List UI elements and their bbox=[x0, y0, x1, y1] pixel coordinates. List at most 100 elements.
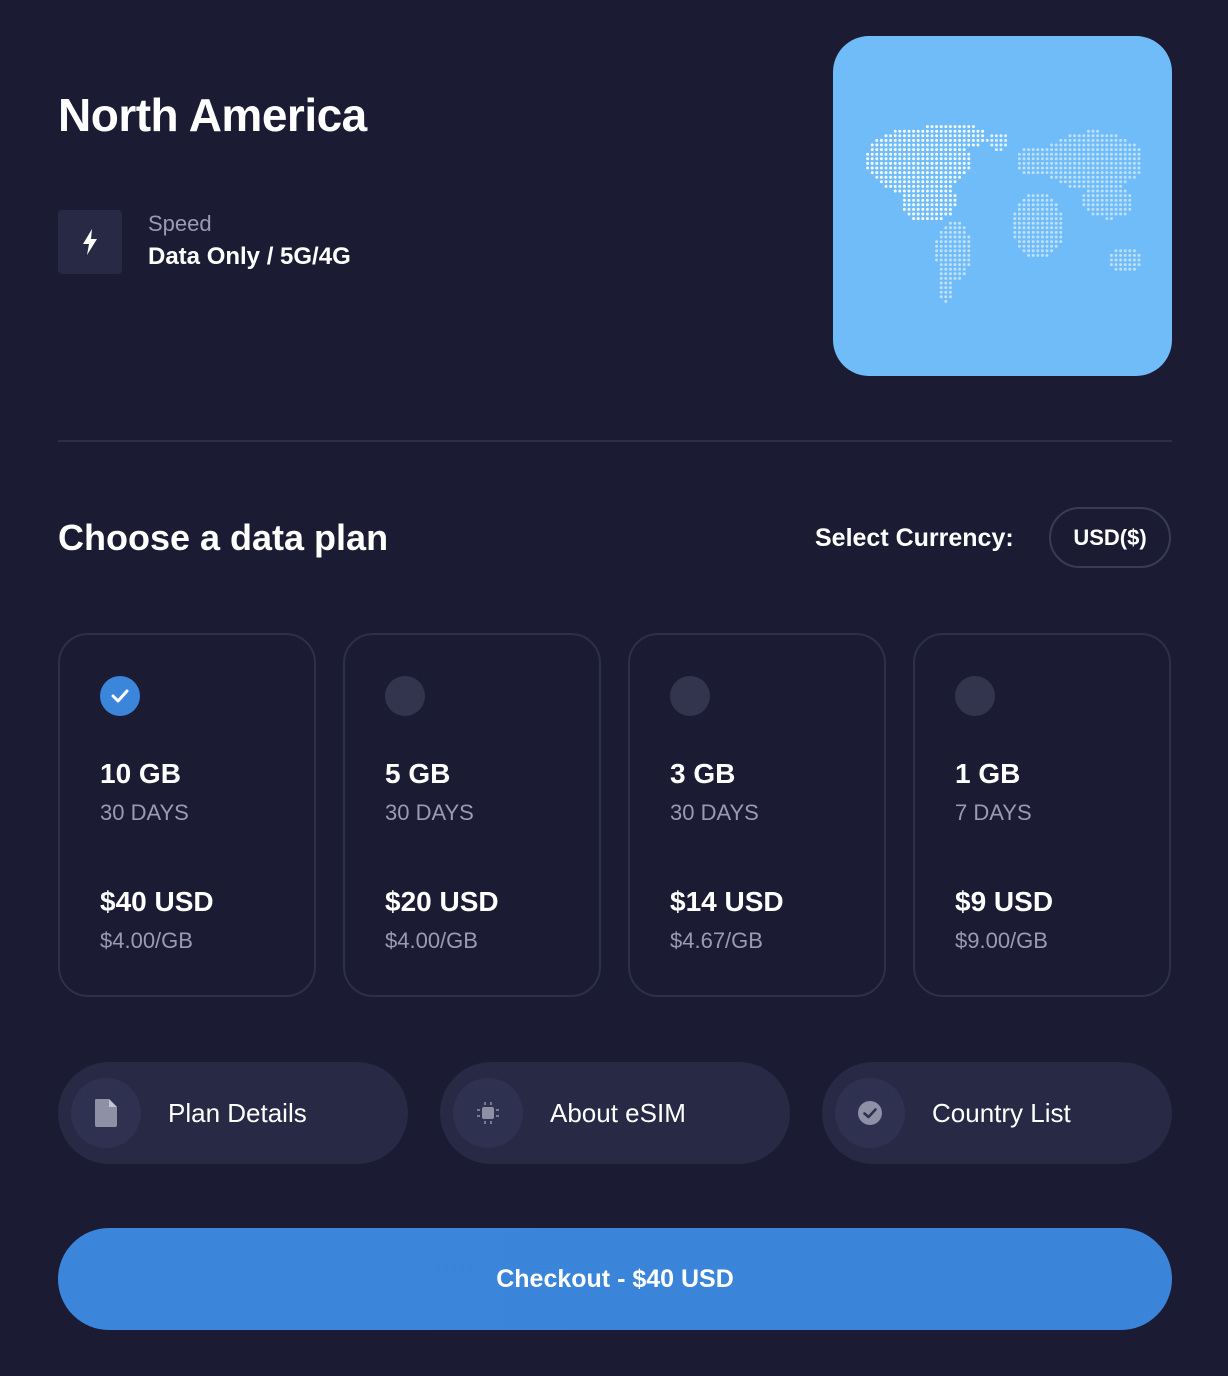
map-dot bbox=[1105, 203, 1109, 207]
plan-radio[interactable] bbox=[670, 676, 710, 716]
plan-card-10gb[interactable]: 10 GB 30 DAYS $40 USD $4.00/GB bbox=[58, 633, 316, 997]
map-dot bbox=[958, 138, 962, 142]
map-dot bbox=[916, 189, 920, 193]
map-dot bbox=[893, 171, 897, 175]
plan-radio-selected[interactable] bbox=[100, 676, 140, 716]
map-dot bbox=[1132, 253, 1136, 257]
map-dot bbox=[1119, 258, 1123, 262]
map-dot bbox=[893, 138, 897, 142]
map-dot bbox=[866, 157, 870, 161]
map-dot bbox=[939, 184, 943, 188]
map-dot bbox=[1022, 217, 1026, 221]
plan-days: 7 DAYS bbox=[955, 800, 1032, 825]
map-dot bbox=[1123, 157, 1127, 161]
map-dot bbox=[1073, 138, 1077, 142]
map-dot bbox=[1109, 189, 1113, 193]
map-dot bbox=[1073, 180, 1077, 184]
map-dot bbox=[1017, 230, 1021, 234]
map-dot bbox=[962, 249, 966, 253]
map-dot bbox=[953, 263, 957, 267]
map-dot bbox=[1086, 198, 1090, 202]
map-dot bbox=[953, 171, 957, 175]
map-dot bbox=[962, 272, 966, 276]
map-dot bbox=[1027, 240, 1031, 244]
map-dot bbox=[879, 138, 883, 142]
map-dot bbox=[925, 212, 929, 216]
plan-radio[interactable] bbox=[955, 676, 995, 716]
map-dot bbox=[1096, 212, 1100, 216]
map-dot bbox=[939, 253, 943, 257]
map-dot bbox=[930, 175, 934, 179]
map-dot bbox=[1119, 267, 1123, 271]
checkout-button[interactable]: Checkout - $40 USD bbox=[58, 1228, 1172, 1330]
map-dot bbox=[948, 138, 952, 142]
map-dot bbox=[921, 189, 925, 193]
map-dot bbox=[1096, 148, 1100, 152]
map-dot bbox=[948, 125, 952, 129]
map-dot bbox=[1105, 143, 1109, 147]
map-dot bbox=[902, 129, 906, 133]
map-dot bbox=[1100, 189, 1104, 193]
plan-card-1gb[interactable]: 1 GB 7 DAYS $9 USD $9.00/GB bbox=[913, 633, 1171, 997]
map-dot bbox=[1022, 230, 1026, 234]
about-esim-button[interactable]: About eSIM bbox=[440, 1062, 790, 1164]
map-dot bbox=[1059, 226, 1063, 230]
map-dot bbox=[939, 230, 943, 234]
map-dot bbox=[1054, 226, 1058, 230]
map-dot bbox=[953, 125, 957, 129]
map-dot bbox=[939, 281, 943, 285]
map-dot bbox=[1022, 235, 1026, 239]
map-dot bbox=[935, 212, 939, 216]
map-dot bbox=[944, 138, 948, 142]
map-dot bbox=[935, 203, 939, 207]
map-dot bbox=[1096, 129, 1100, 133]
map-dot bbox=[944, 286, 948, 290]
map-dot bbox=[912, 157, 916, 161]
map-dot bbox=[1109, 175, 1113, 179]
map-dot bbox=[976, 129, 980, 133]
map-dot bbox=[1105, 166, 1109, 170]
map-dot bbox=[1105, 148, 1109, 152]
map-dot bbox=[879, 175, 883, 179]
map-dot bbox=[953, 244, 957, 248]
map-dot bbox=[1082, 184, 1086, 188]
plan-card-5gb[interactable]: 5 GB 30 DAYS $20 USD $4.00/GB bbox=[343, 633, 601, 997]
map-dot bbox=[962, 125, 966, 129]
map-dot bbox=[939, 212, 943, 216]
map-dot bbox=[935, 198, 939, 202]
map-dot bbox=[930, 148, 934, 152]
map-dot bbox=[1119, 212, 1123, 216]
map-dot bbox=[1091, 161, 1095, 165]
plan-days: 30 DAYS bbox=[100, 800, 189, 825]
map-dot bbox=[1017, 212, 1021, 216]
map-dot bbox=[953, 138, 957, 142]
plan-card-3gb[interactable]: 3 GB 30 DAYS $14 USD $4.67/GB bbox=[628, 633, 886, 997]
map-dot bbox=[1031, 212, 1035, 216]
map-dot bbox=[1036, 221, 1040, 225]
plan-radio[interactable] bbox=[385, 676, 425, 716]
map-dot bbox=[1091, 143, 1095, 147]
map-dot bbox=[948, 207, 952, 211]
country-list-button[interactable]: Country List bbox=[822, 1062, 1172, 1164]
map-dot bbox=[930, 152, 934, 156]
map-dot bbox=[902, 157, 906, 161]
map-dot bbox=[939, 125, 943, 129]
map-dot bbox=[902, 143, 906, 147]
currency-select-button[interactable]: USD($) bbox=[1049, 507, 1171, 568]
map-dot bbox=[1036, 217, 1040, 221]
map-dot bbox=[1073, 148, 1077, 152]
plan-details-button[interactable]: Plan Details bbox=[58, 1062, 408, 1164]
map-dot bbox=[1082, 166, 1086, 170]
map-dot bbox=[889, 138, 893, 142]
map-dot bbox=[948, 198, 952, 202]
map-dot bbox=[884, 148, 888, 152]
map-dot bbox=[1022, 221, 1026, 225]
map-dot bbox=[898, 161, 902, 165]
map-dot bbox=[967, 134, 971, 138]
map-dot bbox=[1100, 143, 1104, 147]
map-dot bbox=[1091, 203, 1095, 207]
map-dot bbox=[1059, 166, 1063, 170]
map-dot bbox=[893, 184, 897, 188]
map-dot bbox=[1068, 184, 1072, 188]
map-dot bbox=[1123, 194, 1127, 198]
